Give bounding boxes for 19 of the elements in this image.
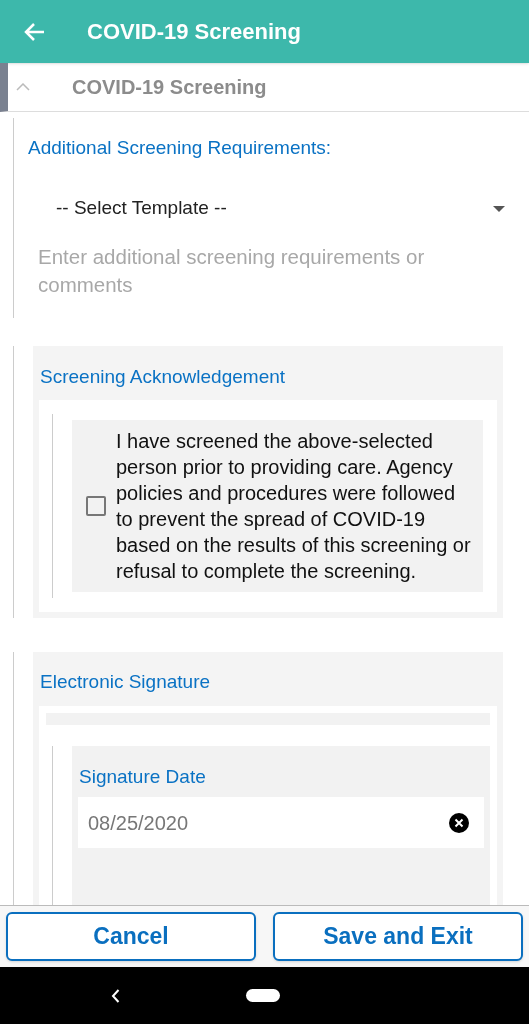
template-dropdown[interactable]: -- Select Template -- <box>38 188 515 229</box>
home-button[interactable] <box>246 989 280 1002</box>
screen-title: COVID-19 Screening <box>87 18 301 46</box>
save-button[interactable]: Save and Exit <box>273 912 523 961</box>
checkbox-row[interactable] <box>72 420 483 592</box>
cancel-button[interactable]: Cancel <box>6 912 256 961</box>
checkbox[interactable] <box>86 496 106 516</box>
field-label: Signature Date <box>78 764 207 789</box>
section-title: COVID-19 Screening <box>72 75 267 100</box>
card-title: Electronic Signature <box>39 670 212 694</box>
back-icon[interactable] <box>111 988 120 1003</box>
dropdown-caret-icon <box>493 205 505 212</box>
date-field[interactable]: 08/25/2020 <box>78 797 484 848</box>
clear-icon[interactable] <box>449 812 469 833</box>
checkbox-label: I have screened the above-selected person prior to providing care. Agency policies and procedures were followed to prevent the spread of COVID-19 based on the results of this screening or refusal to complete the screening. <box>116 429 472 584</box>
field-label: Additional Screening Requirements: <box>28 136 333 160</box>
section-header[interactable]: COVID-19 Screening <box>0 63 529 112</box>
card-title: Screening Acknowledgement <box>39 364 287 389</box>
comments-field[interactable]: Enter additional screening requirements or comments <box>38 242 500 299</box>
